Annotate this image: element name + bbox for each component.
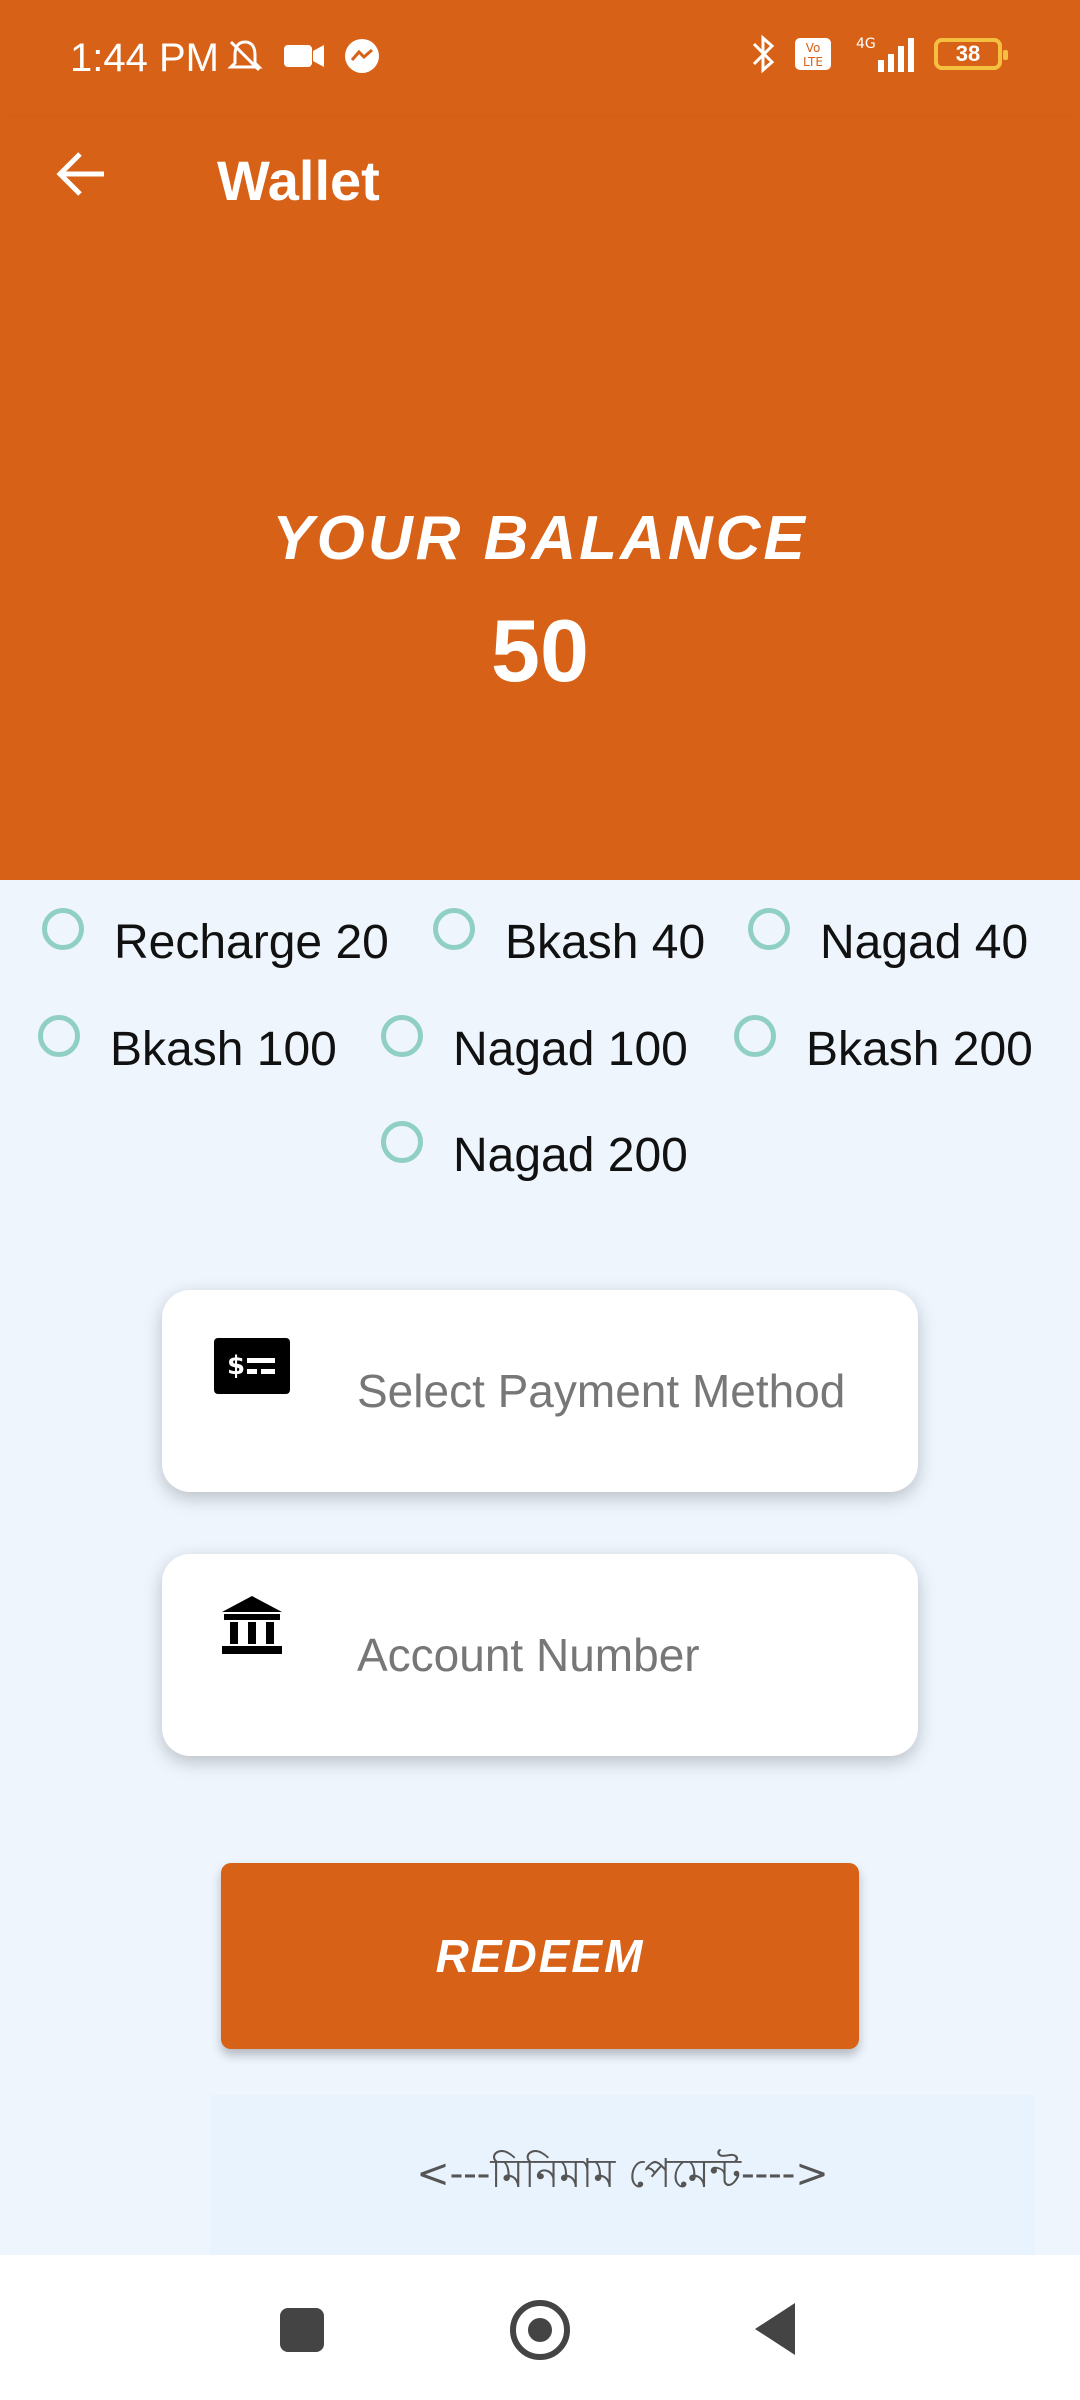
account-number-placeholder: Account Number bbox=[357, 1629, 700, 1681]
account-number-field[interactable]: Account Number bbox=[162, 1554, 918, 1756]
option-bkash-40[interactable]: Bkash 40 bbox=[433, 907, 706, 970]
radio-button[interactable] bbox=[381, 1120, 423, 1163]
bell-off-icon bbox=[227, 40, 263, 72]
radio-button[interactable] bbox=[381, 1014, 423, 1057]
home-icon[interactable] bbox=[510, 2300, 570, 2360]
svg-text:LTE: LTE bbox=[803, 55, 823, 69]
radio-button[interactable] bbox=[734, 1014, 776, 1057]
payment-method-placeholder: Select Payment Method bbox=[357, 1365, 846, 1417]
status-time: 1:44 PM bbox=[70, 36, 219, 80]
minimum-payment-note: <---মিনিমাম পেমেন্ট----> bbox=[210, 2095, 1035, 2255]
arrow-left-icon[interactable] bbox=[52, 144, 112, 204]
radio-button[interactable] bbox=[433, 907, 475, 950]
option-label: Bkash 40 bbox=[505, 916, 706, 969]
battery-level: 38 bbox=[955, 41, 981, 66]
messenger-icon bbox=[345, 39, 379, 73]
option-bkash-200[interactable]: Bkash 200 bbox=[734, 1014, 1033, 1077]
volte-icon: Vo LTE bbox=[795, 38, 831, 70]
bank-icon bbox=[222, 1596, 282, 1654]
system-navigation-bar bbox=[0, 2255, 1080, 2400]
recent-apps-icon[interactable] bbox=[280, 2308, 324, 2352]
redeem-button-label: REDEEM bbox=[435, 1930, 645, 1982]
option-label: Nagad 40 bbox=[820, 916, 1029, 969]
option-recharge-20[interactable]: Recharge 20 bbox=[42, 907, 389, 970]
option-label: Nagad 100 bbox=[453, 1023, 688, 1076]
option-nagad-100[interactable]: Nagad 100 bbox=[381, 1014, 688, 1077]
status-right-icons: Vo LTE 4G 38 bbox=[750, 34, 1008, 74]
bluetooth-icon bbox=[752, 34, 775, 74]
payment-method-select[interactable]: $ Select Payment Method bbox=[162, 1290, 918, 1492]
option-label: Bkash 200 bbox=[806, 1023, 1033, 1076]
radio-button[interactable] bbox=[42, 907, 84, 950]
minimum-payment-text: <---মিনিমাম পেমেন্ট----> bbox=[416, 2150, 829, 2197]
redeem-button[interactable]: REDEEM bbox=[221, 1863, 859, 2049]
balance-label: YOUR BALANCE bbox=[272, 504, 808, 573]
svg-text:$: $ bbox=[227, 1351, 245, 1381]
svg-text:Vo: Vo bbox=[806, 41, 821, 55]
radio-button[interactable] bbox=[38, 1014, 80, 1057]
battery-icon: 38 bbox=[934, 38, 1008, 70]
balance-amount: 50 bbox=[491, 601, 589, 700]
status-left-icons bbox=[225, 36, 381, 76]
radio-button[interactable] bbox=[748, 907, 790, 950]
top-bar: 1:44 PM Vo LTE 4G 38 Wallet bbox=[0, 0, 1080, 258]
option-nagad-200[interactable]: Nagad 200 bbox=[381, 1120, 688, 1183]
option-nagad-40[interactable]: Nagad 40 bbox=[748, 907, 1029, 970]
video-camera-icon bbox=[284, 45, 324, 67]
option-label: Nagad 200 bbox=[453, 1129, 688, 1182]
money-card-icon: $ bbox=[214, 1338, 290, 1394]
app-bar: Wallet bbox=[0, 118, 1080, 258]
option-label: Bkash 100 bbox=[110, 1023, 337, 1076]
svg-text:4G: 4G bbox=[856, 36, 876, 52]
option-label: Recharge 20 bbox=[114, 916, 389, 969]
status-bar: 1:44 PM Vo LTE 4G 38 bbox=[0, 0, 1080, 118]
signal-4g-icon: 4G bbox=[856, 36, 914, 72]
option-bkash-100[interactable]: Bkash 100 bbox=[38, 1014, 337, 1077]
back-triangle-icon[interactable] bbox=[755, 2303, 795, 2355]
page-title: Wallet bbox=[217, 149, 380, 212]
balance-panel: YOUR BALANCE 50 bbox=[0, 258, 1080, 880]
